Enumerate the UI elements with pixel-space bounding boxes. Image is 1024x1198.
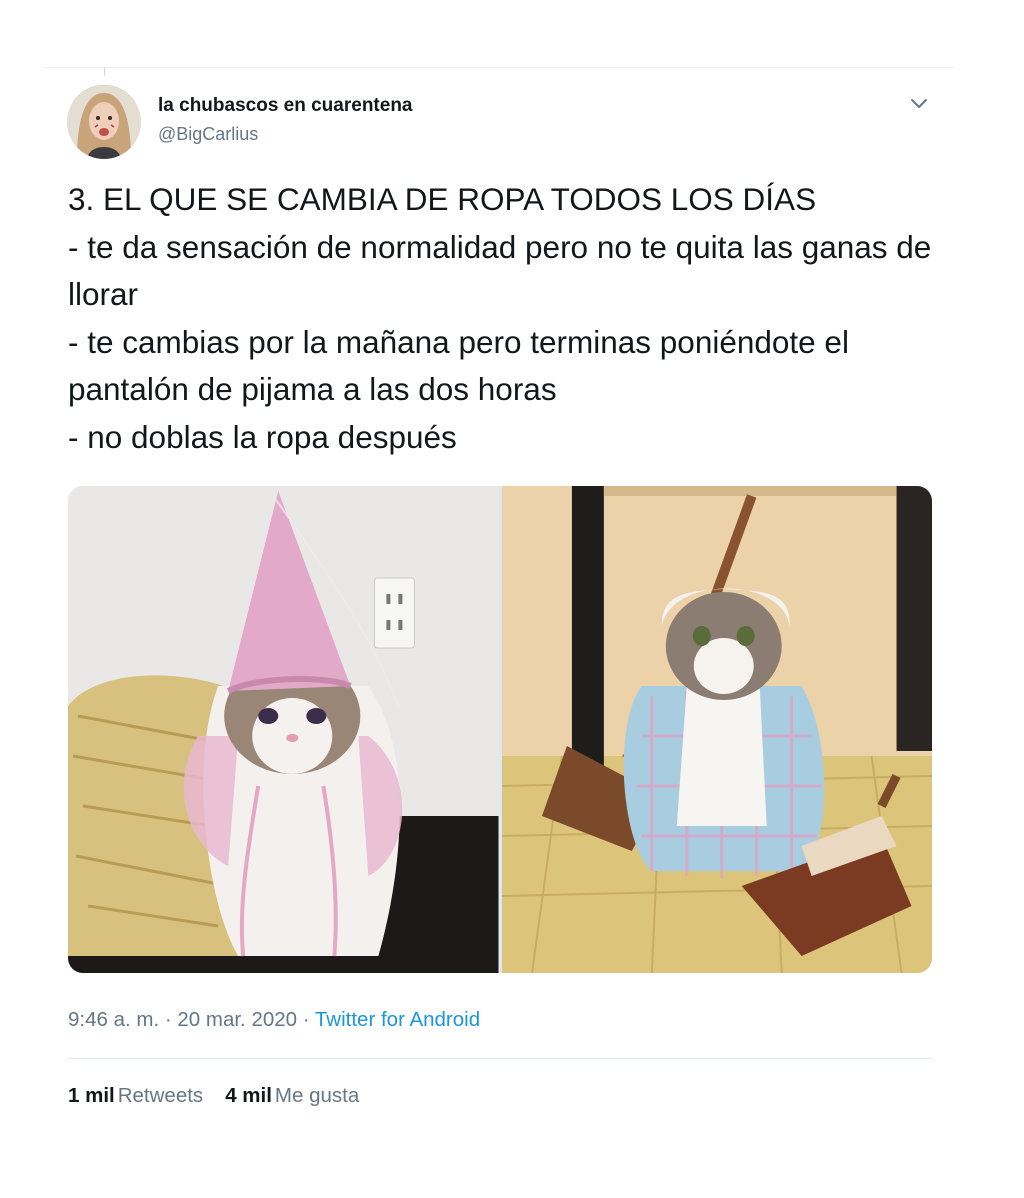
photo-cat-maid-costume[interactable]: [501, 486, 932, 973]
timestamp-link[interactable]: 9:46 a. m. · 20 mar. 2020: [68, 1008, 297, 1031]
top-divider: [44, 67, 954, 68]
meta-separator: ·: [297, 1008, 315, 1031]
retweets-stat[interactable]: 1 mil Retweets: [68, 1084, 203, 1108]
author-handle[interactable]: @BigCarlius: [158, 124, 258, 145]
source-link[interactable]: Twitter for Android: [315, 1008, 480, 1031]
photo-cat-fairy-costume[interactable]: [68, 486, 499, 973]
likes-count: 4 mil: [225, 1084, 272, 1107]
chevron-down-icon: [911, 99, 927, 108]
tweet-stats: 1 mil Retweets 4 mil Me gusta: [68, 1084, 359, 1108]
tweet-text: 3. EL QUE SE CAMBIA DE ROPA TODOS LOS DÍ…: [68, 181, 932, 455]
likes-label: Me gusta: [274, 1084, 360, 1107]
media-grid: [68, 486, 932, 973]
likes-stat[interactable]: 4 mil Me gusta: [225, 1084, 359, 1108]
more-options-button[interactable]: [906, 92, 932, 114]
avatar[interactable]: [67, 85, 141, 159]
retweets-count: 1 mil: [68, 1084, 115, 1107]
retweets-label: Retweets: [117, 1084, 204, 1107]
thread-line: [104, 67, 105, 76]
tweet-meta: 9:46 a. m. · 20 mar. 2020 · Twitter for …: [68, 1008, 480, 1032]
stats-divider: [68, 1058, 932, 1059]
author-display-name[interactable]: la chubascos en cuarentena: [158, 95, 413, 117]
